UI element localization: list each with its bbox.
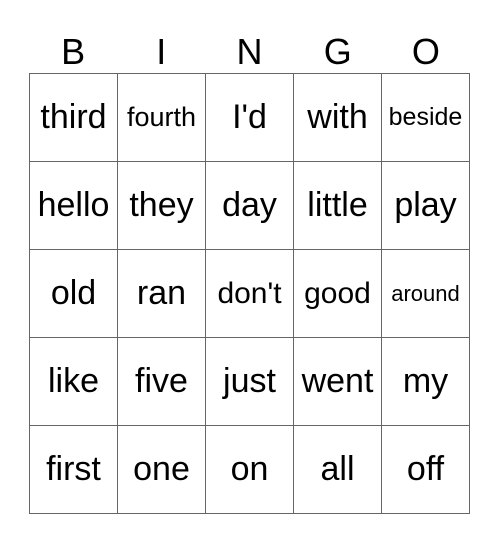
header-letter-g: G (323, 31, 352, 72)
bingo-header: B I N G O (29, 30, 470, 73)
bingo-cell[interactable]: ran (118, 250, 206, 338)
header-letter-n: N (236, 31, 263, 72)
bingo-cell[interactable]: went (294, 338, 382, 426)
bingo-cell[interactable]: little (294, 162, 382, 250)
bingo-cell[interactable]: old (30, 250, 118, 338)
bingo-cell[interactable]: around (382, 250, 470, 338)
bingo-cell[interactable]: fourth (118, 74, 206, 162)
bingo-cell[interactable]: don't (206, 250, 294, 338)
bingo-cell[interactable]: like (30, 338, 118, 426)
bingo-cell[interactable]: just (206, 338, 294, 426)
bingo-cell[interactable]: my (382, 338, 470, 426)
bingo-cell[interactable]: with (294, 74, 382, 162)
bingo-cell[interactable]: they (118, 162, 206, 250)
header-letter-o: O (411, 31, 440, 72)
bingo-cell[interactable]: I'd (206, 74, 294, 162)
header-letter-i: I (156, 31, 167, 72)
bingo-cell[interactable]: off (382, 426, 470, 514)
bingo-cell[interactable]: hello (30, 162, 118, 250)
bingo-cell[interactable]: third (30, 74, 118, 162)
header-letter-b: B (61, 31, 86, 72)
bingo-cell[interactable]: first (30, 426, 118, 514)
bingo-cell[interactable]: play (382, 162, 470, 250)
bingo-cell[interactable]: all (294, 426, 382, 514)
bingo-cell[interactable]: day (206, 162, 294, 250)
bingo-cell[interactable]: on (206, 426, 294, 514)
bingo-card-grid: third fourth I'd with beside hello they … (29, 73, 470, 514)
bingo-cell[interactable]: five (118, 338, 206, 426)
bingo-cell[interactable]: good (294, 250, 382, 338)
bingo-cell[interactable]: one (118, 426, 206, 514)
bingo-cell[interactable]: beside (382, 74, 470, 162)
